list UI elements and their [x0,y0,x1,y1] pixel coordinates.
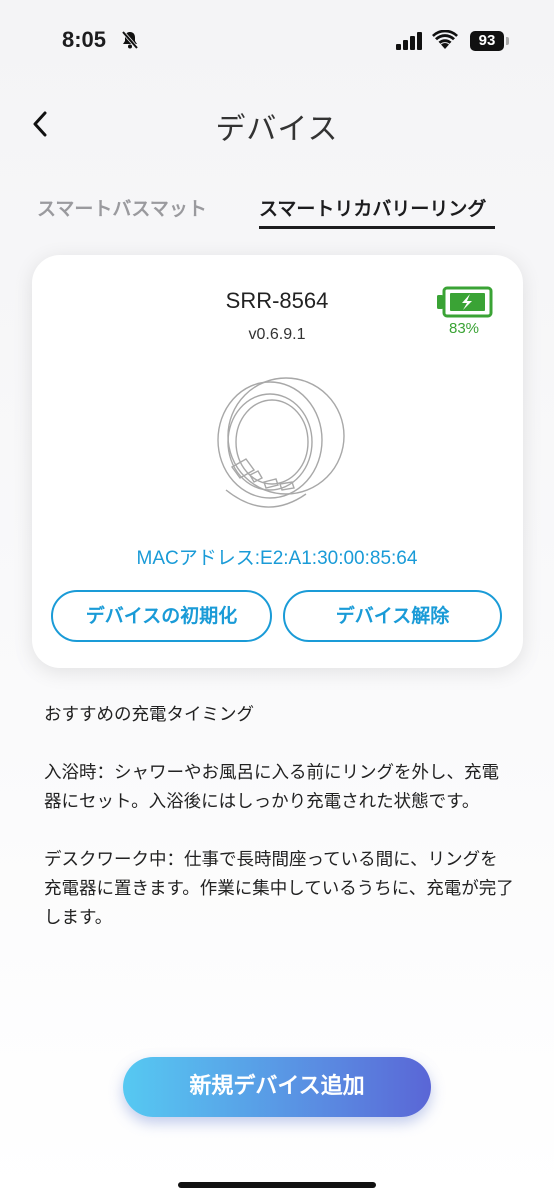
battery-tip [506,37,509,45]
device-unpair-button[interactable]: デバイス解除 [283,590,502,642]
battery-icon: 93 [470,31,504,51]
charging-tips: おすすめの充電タイミング 入浴時：シャワーやお風呂に入る前にリングを外し、充電器… [44,701,514,933]
tips-paragraph-desk: デスクワーク中：仕事で長時間座っている間に、リングを充電器に置きます。作業に集中… [44,850,514,928]
bell-slash-icon [120,30,140,54]
mac-address: MACアドレス:E2:A1:30:00:85:64 [136,548,418,569]
device-reset-button[interactable]: デバイスの初期化 [51,590,272,642]
tab-smart-bath-mat[interactable]: スマートバスマット [37,194,207,221]
status-time: 8:05 [62,27,107,52]
active-tab-indicator [259,226,495,229]
battery-charging-icon [436,286,494,322]
home-indicator [178,1182,376,1188]
ring-icon [206,372,346,526]
status-bar: 8:05 93 [0,0,554,80]
page-title: デバイス [215,112,339,147]
signal-icon [396,32,424,54]
tab-smart-recovery-ring[interactable]: スマートリカバリーリング [259,194,486,221]
wifi-icon [432,29,458,54]
tips-heading: おすすめの充電タイミング [44,705,254,725]
tips-paragraph-bath: 入浴時：シャワーやお風呂に入る前にリングを外し、充電器にセット。入浴後にはしっか… [44,763,499,812]
add-new-device-button[interactable]: 新規デバイス追加 [123,1057,431,1117]
battery-percentage: 83% [448,320,480,337]
